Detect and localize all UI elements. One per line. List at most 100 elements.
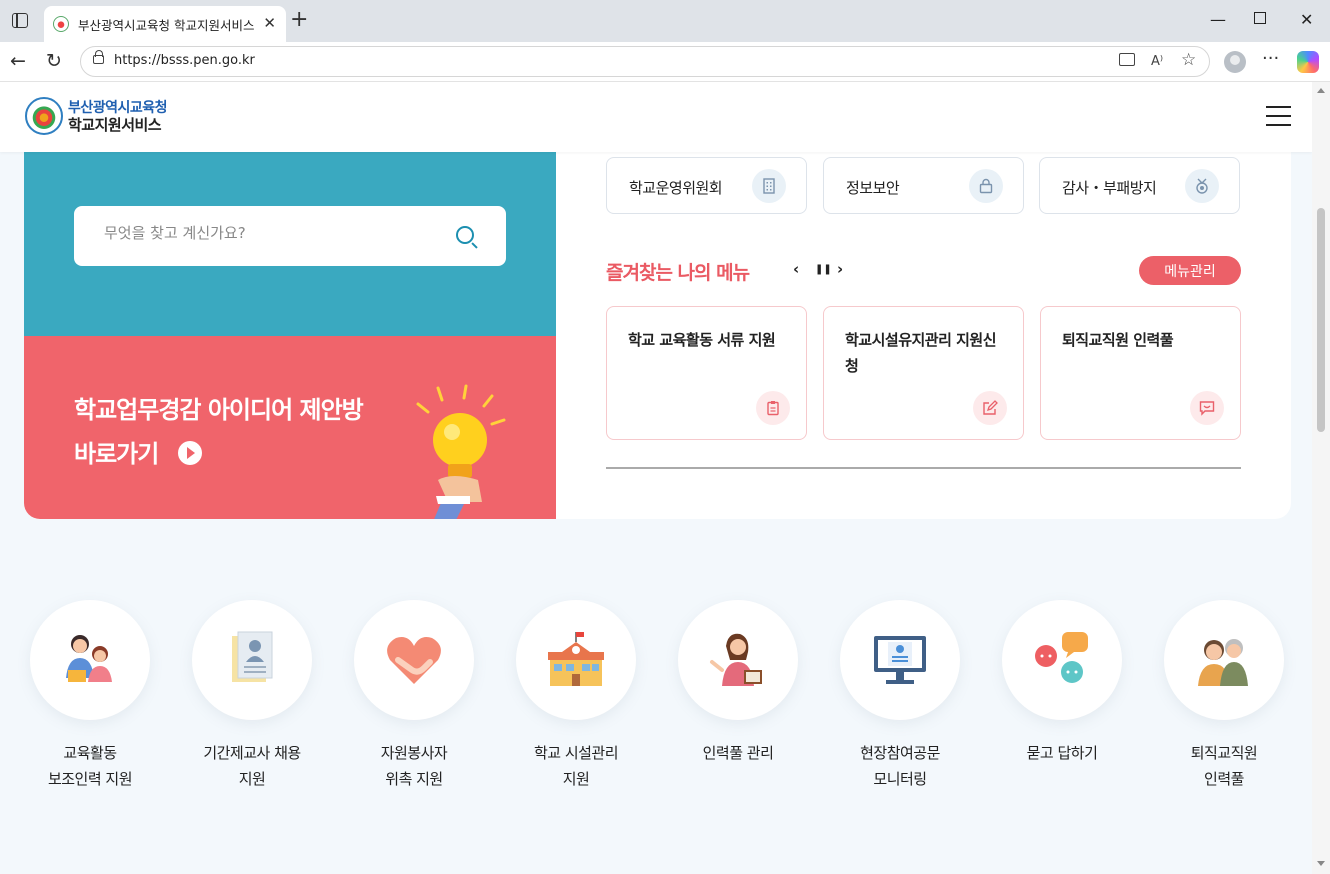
resume-icon bbox=[232, 631, 273, 682]
url-text[interactable]: https://bsss.pen.go.kr bbox=[114, 53, 255, 68]
quick-link-label: 정보보안 bbox=[846, 179, 900, 197]
minimize-icon[interactable]: — bbox=[1210, 10, 1226, 29]
presenter-icon bbox=[710, 633, 762, 686]
search-box bbox=[74, 206, 506, 266]
search-banner bbox=[24, 152, 556, 336]
back-icon[interactable]: ← bbox=[10, 50, 26, 72]
service-label-line2: 지원 bbox=[238, 770, 266, 788]
tab-title: 부산광역시교육청 학교지원서비스 bbox=[78, 18, 255, 33]
idea-banner[interactable]: 학교업무경감 아이디어 제안방 바로가기 bbox=[24, 336, 556, 519]
service-label-line2: 인력풀 bbox=[1204, 770, 1244, 788]
service-label-line1: 묻고 답하기 bbox=[1026, 744, 1098, 762]
quick-link-audit[interactable]: 감사・부패방지 bbox=[1039, 157, 1240, 214]
maximize-icon[interactable] bbox=[1254, 12, 1266, 24]
refresh-icon[interactable]: ↻ bbox=[46, 50, 62, 72]
menu-manage-button[interactable]: 메뉴관리 bbox=[1139, 256, 1241, 285]
profile-avatar[interactable] bbox=[1224, 51, 1246, 73]
hero-panel: 학교업무경감 아이디어 제안방 바로가기 학교운 bbox=[24, 152, 1291, 519]
service-label-line1: 교육활동 bbox=[63, 744, 117, 762]
page-viewport: 부산광역시교육청 학교지원서비스 학교업무경감 아이디어 제안방 바로가기 bbox=[0, 82, 1312, 874]
favorites-title: 즐겨찾는 나의 메뉴 bbox=[606, 262, 750, 284]
service-label: 기간제교사 채용 지원 bbox=[177, 740, 327, 792]
tab-actions-icon[interactable] bbox=[12, 13, 28, 28]
logo-title-secondary[interactable]: 학교지원서비스 bbox=[68, 114, 162, 135]
quick-link-school-committee[interactable]: 학교운영위원회 bbox=[606, 157, 807, 214]
favorites-pause-icon[interactable]: ❚❚ bbox=[815, 264, 832, 275]
service-label: 인력풀 관리 bbox=[663, 740, 813, 766]
favorite-card-retired-staff-pool[interactable]: 퇴직교직원 인력풀 bbox=[1040, 306, 1241, 440]
favorite-card-education-docs[interactable]: 학교 교육활동 서류 지원 bbox=[606, 306, 807, 440]
service-label-line1: 학교 시설관리 bbox=[533, 744, 619, 762]
speech-bubbles-icon bbox=[1035, 632, 1088, 683]
secure-lock-icon[interactable] bbox=[93, 50, 104, 64]
site-favicon-icon bbox=[53, 16, 69, 32]
service-label: 현장참여공문 모니터링 bbox=[825, 740, 975, 792]
teachers-icon bbox=[66, 635, 112, 682]
camera-off-icon[interactable] bbox=[1119, 53, 1135, 66]
scrollbar-thumb[interactable] bbox=[1317, 208, 1325, 432]
service-label-line1: 인력풀 관리 bbox=[702, 744, 774, 762]
heart-handshake-icon bbox=[387, 637, 441, 684]
browser-tab-bar: 부산광역시교육청 학교지원서비스 ✕ + — ✕ bbox=[0, 0, 1330, 42]
service-label: 자원봉사자 위촉 지원 bbox=[339, 740, 489, 792]
service-icon-circle[interactable] bbox=[192, 600, 312, 720]
favorite-card-label: 학교시설유지관리 지원신청 bbox=[845, 331, 997, 375]
chat-icon bbox=[1190, 391, 1224, 425]
service-label-line1: 현장참여공문 bbox=[860, 744, 940, 762]
tab-close-icon[interactable]: ✕ bbox=[263, 14, 276, 32]
medal-icon bbox=[1185, 169, 1219, 203]
hamburger-menu-icon[interactable] bbox=[1266, 106, 1291, 126]
education-office-emblem-icon[interactable] bbox=[25, 97, 63, 135]
search-icon[interactable] bbox=[456, 226, 474, 244]
service-label-line1: 기간제교사 채용 bbox=[203, 744, 301, 762]
service-label: 퇴직교직원 인력풀 bbox=[1149, 740, 1299, 792]
service-label-line1: 자원봉사자 bbox=[380, 744, 448, 762]
close-window-icon[interactable]: ✕ bbox=[1300, 10, 1313, 29]
read-aloud-icon[interactable]: A⁾ bbox=[1151, 54, 1163, 69]
url-field[interactable]: https://bsss.pen.go.kr A⁾ ☆ bbox=[80, 46, 1210, 77]
service-label: 묻고 답하기 bbox=[987, 740, 1137, 766]
favorite-card-facility-maintenance[interactable]: 학교시설유지관리 지원신청 bbox=[823, 306, 1024, 440]
school-building-icon bbox=[548, 632, 604, 686]
service-label-line1: 퇴직교직원 bbox=[1190, 744, 1258, 762]
service-label-line2: 보조인력 지원 bbox=[47, 770, 133, 788]
service-icon-circle[interactable] bbox=[678, 600, 798, 720]
address-bar: ← ↻ https://bsss.pen.go.kr A⁾ ☆ ··· bbox=[0, 42, 1330, 82]
lightbulb-icon bbox=[416, 384, 506, 519]
service-label-line2: 모니터링 bbox=[873, 770, 927, 788]
quick-link-info-security[interactable]: 정보보안 bbox=[823, 157, 1024, 214]
copilot-icon[interactable] bbox=[1297, 51, 1319, 73]
building-icon bbox=[752, 169, 786, 203]
service-icon-circle[interactable] bbox=[1002, 600, 1122, 720]
idea-banner-title: 학교업무경감 아이디어 제안방 bbox=[74, 396, 364, 424]
service-icon-circle[interactable] bbox=[1164, 600, 1284, 720]
favorites-divider bbox=[606, 467, 1241, 469]
favorites-prev-icon[interactable]: ‹ bbox=[793, 260, 799, 278]
monitor-icon bbox=[874, 636, 926, 684]
idea-banner-link[interactable]: 바로가기 bbox=[74, 434, 159, 469]
scroll-up-icon[interactable] bbox=[1317, 88, 1325, 93]
service-icon-circle[interactable] bbox=[30, 600, 150, 720]
page-scrollbar[interactable] bbox=[1312, 82, 1330, 874]
play-circle-icon[interactable] bbox=[178, 441, 202, 465]
service-label: 교육활동 보조인력 지원 bbox=[15, 740, 165, 792]
scroll-down-icon[interactable] bbox=[1317, 861, 1325, 866]
service-label: 학교 시설관리 지원 bbox=[501, 740, 651, 792]
favorites-next-icon[interactable]: › bbox=[837, 260, 843, 278]
more-options-icon[interactable]: ··· bbox=[1262, 48, 1279, 69]
lock-icon bbox=[969, 169, 1003, 203]
service-icon-circle[interactable] bbox=[840, 600, 960, 720]
service-icon-circle[interactable] bbox=[516, 600, 636, 720]
favorite-card-label: 학교 교육활동 서류 지원 bbox=[628, 331, 776, 349]
seniors-icon bbox=[1198, 639, 1248, 686]
new-tab-icon[interactable]: + bbox=[290, 9, 308, 31]
browser-tab[interactable]: 부산광역시교육청 학교지원서비스 ✕ bbox=[44, 6, 286, 42]
favorite-star-icon[interactable]: ☆ bbox=[1181, 50, 1196, 70]
site-header: 부산광역시교육청 학교지원서비스 bbox=[0, 82, 1312, 152]
quick-link-label: 학교운영위원회 bbox=[629, 179, 723, 197]
clipboard-icon bbox=[756, 391, 790, 425]
edit-icon bbox=[973, 391, 1007, 425]
service-label-line2: 지원 bbox=[562, 770, 590, 788]
service-icon-circle[interactable] bbox=[354, 600, 474, 720]
search-input[interactable] bbox=[104, 224, 434, 242]
